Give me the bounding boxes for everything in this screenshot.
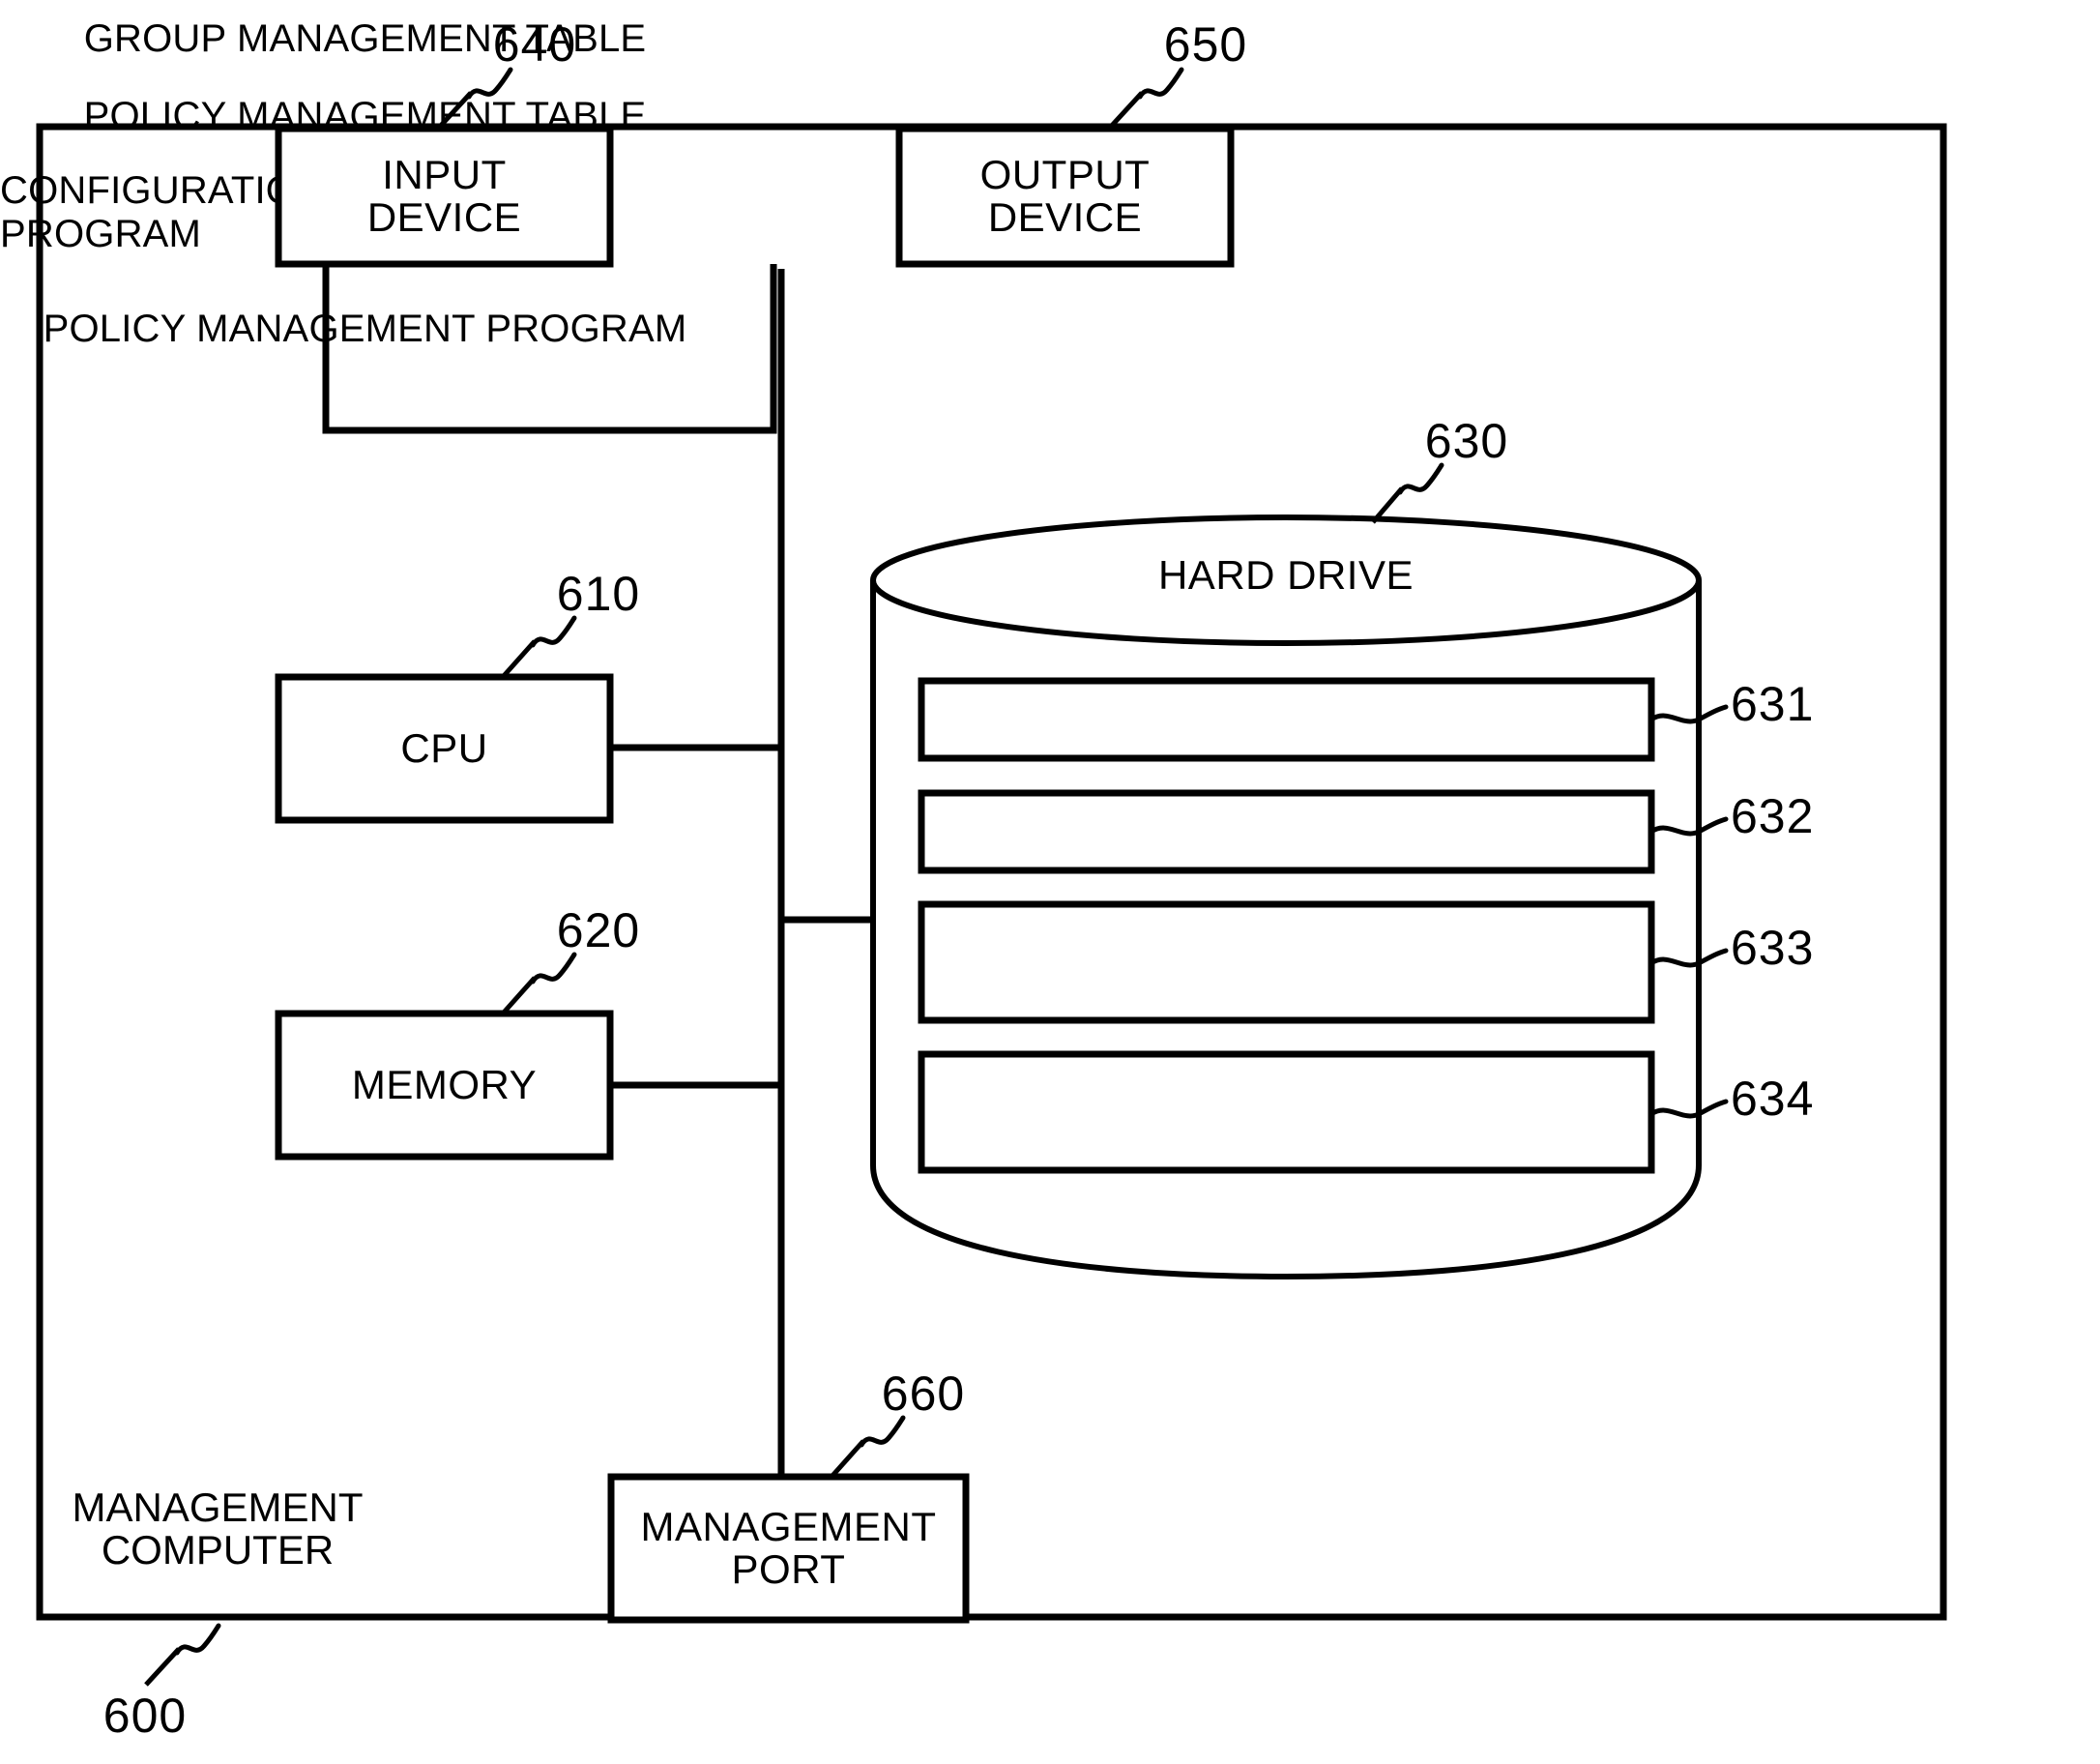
ref-leader-640 bbox=[436, 91, 473, 131]
policy-management-table-box bbox=[918, 789, 1655, 874]
hard-drive-cylinder-top bbox=[870, 514, 1702, 646]
ref-squiggle-610 bbox=[530, 615, 577, 648]
ref-squiggle-600 bbox=[174, 1623, 221, 1656]
ref-squiggle-640 bbox=[466, 67, 513, 100]
ref-leader-610 bbox=[501, 639, 537, 679]
ref-squiggle-620 bbox=[530, 952, 577, 985]
patent-figure: INPUT DEVICE 640 OUTPUT DEVICE 650 CPU 6… bbox=[0, 0, 2100, 1764]
input-device-box bbox=[275, 125, 614, 268]
ref-squiggle-650 bbox=[1137, 67, 1184, 100]
memory-box bbox=[275, 1010, 614, 1161]
output-device-box bbox=[895, 125, 1235, 268]
cpu-box bbox=[275, 673, 614, 824]
configuration-management-program-box bbox=[918, 900, 1655, 1024]
io-bus-bracket bbox=[322, 264, 777, 434]
ref-squiggle-660 bbox=[859, 1415, 906, 1448]
group-management-table-box bbox=[918, 677, 1655, 762]
diagram-canvas bbox=[36, 67, 1947, 1687]
management-port-box bbox=[607, 1473, 970, 1624]
ref-leader-620 bbox=[501, 976, 537, 1015]
policy-management-program-box bbox=[918, 1050, 1655, 1174]
ref-leader-600 bbox=[144, 1647, 181, 1687]
ref-leader-650 bbox=[1107, 91, 1144, 131]
ref-leader-660 bbox=[830, 1439, 865, 1479]
ref-squiggle-630 bbox=[1397, 462, 1444, 495]
